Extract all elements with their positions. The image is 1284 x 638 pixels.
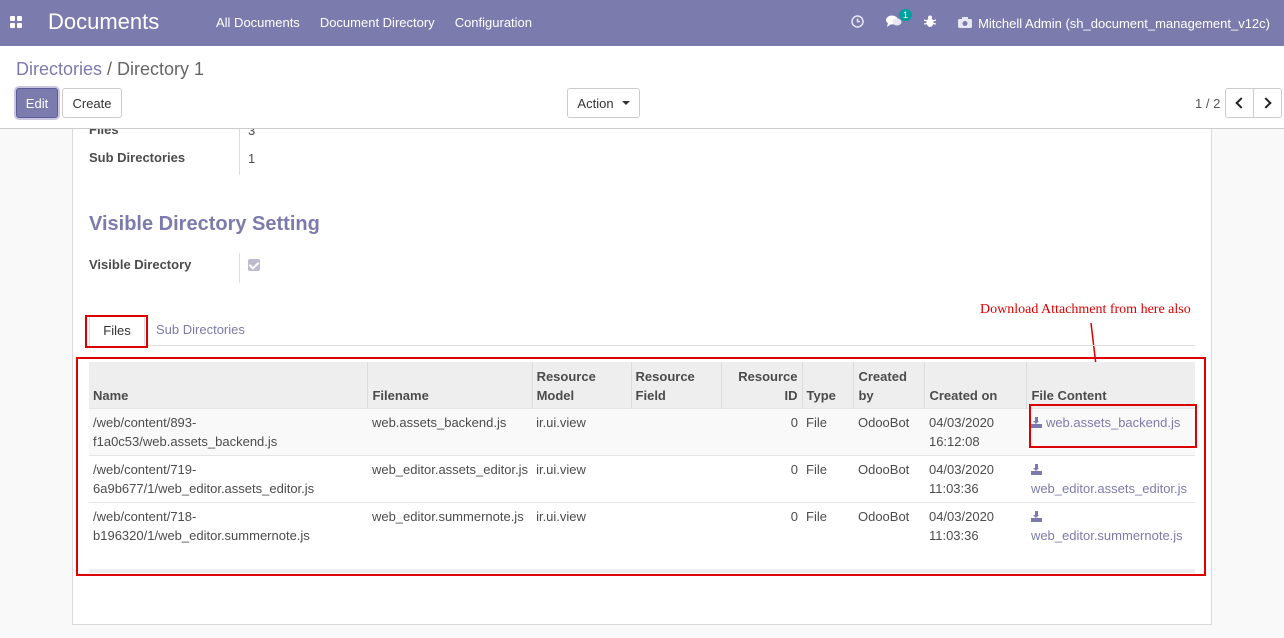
messages-icon[interactable]: 1: [886, 9, 913, 31]
subdirs-count-label: Sub Directories: [89, 150, 186, 165]
section-title: Visible Directory Setting: [89, 213, 320, 235]
camera-icon: [958, 16, 973, 31]
files-count-value: 3: [248, 129, 256, 138]
pager-previous-button[interactable]: [1225, 88, 1254, 118]
app-title: Documents: [48, 9, 160, 34]
tab-sub-directories[interactable]: Sub Directories: [156, 315, 245, 346]
create-button[interactable]: Create: [62, 88, 122, 118]
bug-icon[interactable]: [923, 15, 937, 31]
files-count-label: Files: [89, 129, 119, 137]
field-divider: [239, 253, 240, 283]
pager-next-button[interactable]: [1253, 88, 1282, 118]
apps-menu-icon[interactable]: [10, 16, 22, 28]
control-panel: Directories / Directory 1 Edit Create Acti…: [0, 46, 1284, 129]
clock-icon[interactable]: [851, 15, 864, 31]
notebook-tabs: Files Sub Directories: [89, 315, 1195, 346]
chevron-left-icon: [1235, 97, 1247, 109]
breadcrumb-current: Directory 1: [117, 59, 205, 79]
systray: 1 Mitchell Admin (sh_document_management…: [851, 0, 1284, 46]
chevron-right-icon: [1260, 97, 1272, 109]
menu-item-document-directory[interactable]: Document Directory: [320, 15, 435, 30]
caret-down-icon: [621, 101, 630, 105]
main-menu: All Documents Document Directory Configu…: [206, 15, 542, 30]
breadcrumb: Directories / Directory 1: [16, 59, 204, 80]
user-menu[interactable]: Mitchell Admin (sh_document_management_v…: [958, 16, 1270, 31]
pager-value[interactable]: 1 / 2: [1195, 96, 1220, 111]
top-navbar: Documents All Documents Document Directo…: [0, 0, 1284, 46]
form-sheet: Files 3 Sub Directories 1 Visible Direct…: [72, 129, 1212, 625]
field-divider: [239, 129, 240, 175]
action-label: Action: [577, 95, 614, 111]
highlight-box-table: [76, 357, 1206, 576]
subdirs-count-value: 1: [248, 151, 256, 166]
user-name: Mitchell Admin (sh_document_management_v…: [978, 15, 1270, 31]
breadcrumb-separator: /: [107, 59, 113, 79]
menu-item-configuration[interactable]: Configuration: [455, 15, 532, 30]
visible-directory-checkbox[interactable]: [248, 259, 260, 271]
action-dropdown[interactable]: Action: [567, 88, 640, 118]
visible-directory-label: Visible Directory: [89, 257, 192, 272]
messages-count-badge: 1: [899, 9, 913, 21]
edit-button[interactable]: Edit: [16, 88, 58, 118]
menu-item-all-documents[interactable]: All Documents: [216, 15, 300, 30]
highlight-box-files-tab: [85, 315, 148, 348]
breadcrumb-directories[interactable]: Directories: [16, 59, 102, 79]
highlight-box-download: [1029, 404, 1197, 448]
